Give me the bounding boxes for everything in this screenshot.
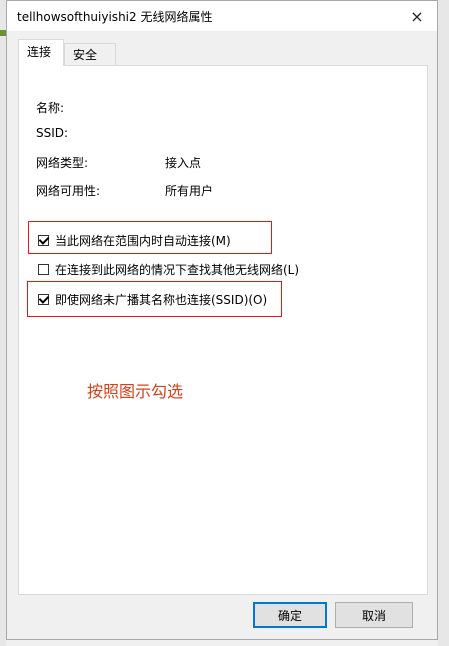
ssid-label: SSID: bbox=[36, 126, 69, 140]
tab-connection[interactable]: 连接 bbox=[18, 39, 64, 66]
checkmark-icon bbox=[38, 234, 50, 245]
annotation-instruction: 按照图示勾选 bbox=[87, 382, 184, 401]
auto-connect-checkbox[interactable] bbox=[38, 234, 50, 246]
network-type-value: 接入点 bbox=[165, 156, 202, 170]
find-other-networks-label: 在连接到此网络的情况下查找其他无线网络(L) bbox=[55, 263, 300, 277]
cancel-button[interactable]: 取消 bbox=[335, 602, 413, 628]
close-button[interactable]: × bbox=[397, 1, 437, 31]
background-window-edge-right bbox=[438, 0, 449, 646]
network-type-label: 网络类型: bbox=[36, 156, 89, 170]
find-other-networks-option[interactable]: 在连接到此网络的情况下查找其他无线网络(L) bbox=[38, 261, 299, 278]
hidden-ssid-checkbox[interactable] bbox=[38, 293, 50, 305]
hidden-ssid-option[interactable]: 即使网络未广播其名称也连接(SSID)(O) bbox=[38, 291, 267, 308]
ok-button[interactable]: 确定 bbox=[253, 602, 327, 628]
wireless-properties-dialog: tellhowsofthuiyishi2 无线网络属性 × 连接 安全 名称: … bbox=[6, 0, 438, 640]
hidden-ssid-label: 即使网络未广播其名称也连接(SSID)(O) bbox=[55, 293, 268, 307]
network-availability-label: 网络可用性: bbox=[36, 184, 101, 198]
connection-panel: 名称: SSID: 网络类型: 接入点 网络可用性: 所有用户 当此网络在范围内… bbox=[18, 65, 428, 595]
auto-connect-option[interactable]: 当此网络在范围内时自动连接(M) bbox=[38, 232, 231, 249]
network-availability-value: 所有用户 bbox=[165, 184, 214, 198]
find-other-networks-checkbox[interactable] bbox=[38, 264, 49, 275]
title-bar[interactable]: tellhowsofthuiyishi2 无线网络属性 × bbox=[7, 1, 437, 31]
close-icon: × bbox=[410, 6, 424, 26]
tab-security[interactable]: 安全 bbox=[64, 43, 116, 65]
checkmark-icon bbox=[38, 293, 50, 304]
window-title: tellhowsofthuiyishi2 无线网络属性 bbox=[17, 10, 213, 24]
name-label: 名称: bbox=[36, 101, 65, 115]
auto-connect-label: 当此网络在范围内时自动连接(M) bbox=[55, 234, 231, 248]
